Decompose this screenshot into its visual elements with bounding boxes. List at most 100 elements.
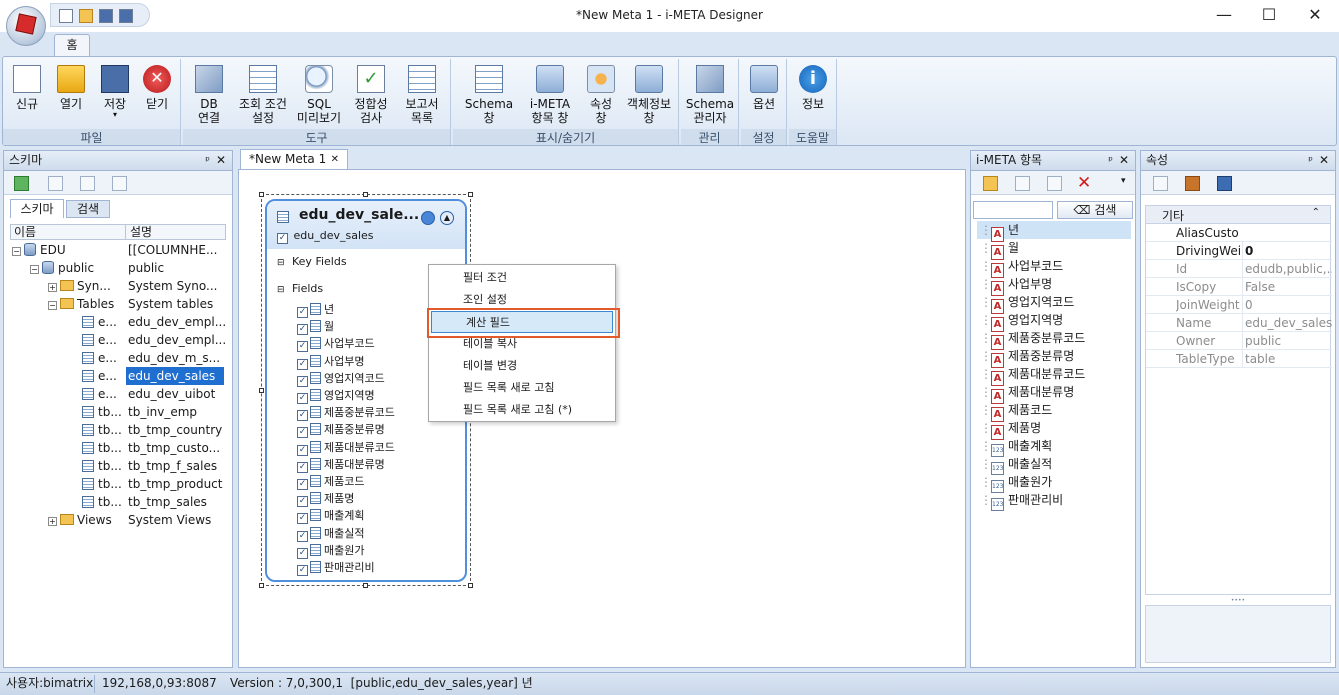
validate-button[interactable]: ✓ 정합성 검사 [347,63,395,125]
property-category[interactable]: 기타 ⌃ [1146,206,1330,224]
tab-search[interactable]: 검색 [66,200,110,218]
menu-refresh-fields-all[interactable]: 필드 목록 새로 고침 (*) [429,399,615,421]
imeta-item[interactable]: ⋮ A 제품대분류코드 [977,365,1131,386]
imeta-search-button[interactable]: ⌫ 검색 [1057,201,1133,219]
collapse-category-icon[interactable]: ⌃ [1312,207,1320,218]
tree-node-table[interactable]: tb... [82,493,122,511]
fields-group[interactable]: ⊟ Fields [277,282,323,295]
entity-field-row[interactable]: ✓ 년 [297,301,334,319]
imeta-item[interactable]: ⋮ A 영업지역코드 [977,293,1131,314]
collapse-icon[interactable] [421,211,435,225]
delete-icon[interactable] [112,176,127,191]
property-row[interactable]: JoinWeight 0 [1146,296,1332,314]
column-name[interactable]: 이름 [14,225,36,239]
property-row[interactable]: AliasCusto [1146,224,1332,242]
field-checkbox[interactable]: ✓ [297,547,308,559]
open-button[interactable]: 열기 [51,63,91,111]
menu-filter-condition[interactable]: 필터 조건 [429,267,615,289]
schema-panel-close-icon[interactable]: ✕ [216,151,226,170]
entity-field-row[interactable]: ✓ 영업지역명 [297,387,375,405]
field-checkbox[interactable]: ✓ [297,496,308,508]
entity-field-row[interactable]: ✓ 제품중분류명 [297,421,385,439]
save-button[interactable]: 저장 ▾ [95,63,135,119]
tree-node-table[interactable]: e... [82,349,117,367]
imeta-item[interactable]: ⋮ 123 판매관리비 [977,491,1131,511]
close-button[interactable]: ✕ 닫기 [137,63,177,111]
resize-handle[interactable] [259,388,264,393]
alphabetical-icon[interactable] [1185,176,1200,191]
field-checkbox[interactable]: ✓ [297,427,308,439]
resize-handle[interactable] [259,583,264,588]
property-pages-icon[interactable] [1217,176,1232,191]
refresh-icon[interactable] [1047,176,1062,191]
key-fields-group[interactable]: ⊟ Key Fields [277,255,347,268]
entity-table-name-row[interactable]: ✓ edu_dev_sales [277,229,374,244]
tab-close-icon[interactable]: ✕ [331,150,339,169]
pin-icon[interactable]: ᵖ [205,151,210,170]
design-canvas[interactable]: edu_dev_sale... ▲ ✓ edu_dev_sales ⊟ Key … [238,169,966,668]
imeta-item[interactable]: ⋮ A 제품중분류코드 [977,329,1131,350]
db-connect-button[interactable]: DB 연결 [185,63,233,125]
close-window-button[interactable]: ✕ [1292,0,1338,32]
tab-home[interactable]: 홈 [54,34,90,57]
entity-field-row[interactable]: ✓ 제품중분류코드 [297,404,395,422]
field-checkbox[interactable]: ✓ [297,565,308,576]
tree-node-table[interactable]: tb... [82,421,122,439]
entity-field-row[interactable]: ✓ 제품대분류명 [297,456,385,474]
new-file-icon[interactable] [59,9,73,23]
field-checkbox[interactable]: ✓ [297,444,308,456]
scroll-up-icon[interactable]: ▲ [440,211,454,225]
tree-node-table[interactable]: e... [82,385,117,403]
new-button[interactable]: 신규 [7,63,47,111]
entity-field-row[interactable]: ✓ 제품대분류코드 [297,439,395,457]
edit-icon[interactable] [80,176,95,191]
property-row[interactable]: Owner public [1146,332,1332,350]
field-checkbox[interactable]: ✓ [297,358,308,370]
entity-field-row[interactable]: ✓ 사업부명 [297,353,364,371]
tree-node-table[interactable]: tb... [82,475,122,493]
resize-handle[interactable] [363,192,368,197]
dropdown-icon[interactable]: ▾ [1121,176,1126,186]
refresh-icon[interactable] [14,176,29,191]
collapse-fields-icon[interactable]: ⊟ [277,285,285,295]
property-row[interactable]: Id edudb,public,... [1146,260,1332,278]
imeta-item[interactable]: ⋮ 123 매출실적 [977,455,1131,475]
pin-icon[interactable]: ᵖ [1108,151,1113,170]
resize-handle[interactable] [468,583,473,588]
field-checkbox[interactable]: ✓ [297,393,308,404]
tree-node-public[interactable]: − public [30,259,94,277]
query-condition-button[interactable]: 조회 조건 설정 [233,63,293,125]
save-file-icon[interactable] [99,9,113,23]
imeta-item-selected[interactable]: ⋮ A 년 [977,221,1131,242]
entity-field-row[interactable]: ✓ 매출실적 [297,525,364,543]
options-button[interactable]: 옵션 [743,63,785,111]
field-checkbox[interactable]: ✓ [297,479,308,490]
categorized-icon[interactable] [1153,176,1168,191]
menu-change-table[interactable]: 테이블 변경 [429,355,615,377]
app-menu-button[interactable] [6,6,46,46]
field-checkbox[interactable]: ✓ [297,530,308,542]
property-row[interactable]: Name edu_dev_sales [1146,314,1332,332]
imeta-window-button[interactable]: i-META 항목 창 [519,63,581,125]
tree-desc-selected[interactable]: edu_dev_sales [126,367,224,385]
menu-refresh-fields[interactable]: 필드 목록 새로 고침 [429,377,615,399]
field-checkbox[interactable]: ✓ [297,410,308,422]
column-desc[interactable]: 설명 [125,225,152,239]
imeta-item[interactable]: ⋮ A 월 [977,239,1131,260]
property-row[interactable]: TableType table [1146,350,1332,368]
minimize-button[interactable]: — [1201,0,1247,32]
tree-node-table[interactable]: e... [82,331,117,349]
entity-field-row[interactable]: ✓ 사업부코드 [297,335,375,353]
field-checkbox[interactable]: ✓ [297,461,308,473]
tab-new-meta-1[interactable]: *New Meta 1 ✕ [240,149,348,170]
imeta-item[interactable]: ⋮ A 영업지역명 [977,311,1131,332]
maximize-button[interactable]: ☐ [1246,0,1292,32]
menu-copy-table[interactable]: 테이블 복사 [429,333,615,355]
imeta-item[interactable]: ⋮ 123 매출원가 [977,473,1131,493]
tree-node-table[interactable]: tb... [82,403,122,421]
field-checkbox[interactable]: ✓ [297,375,308,387]
grid-icon[interactable] [48,176,63,191]
tree-node-table[interactable]: tb... [82,457,122,475]
properties-panel-close-icon[interactable]: ✕ [1319,151,1329,170]
tree-node-table[interactable]: tb... [82,439,122,457]
